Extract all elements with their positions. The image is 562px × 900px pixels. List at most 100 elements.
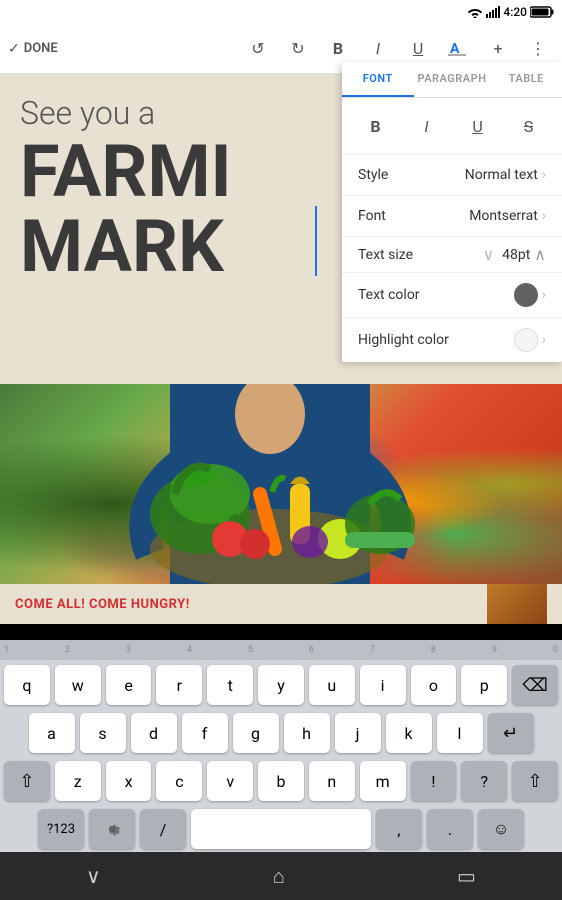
font-label: Font <box>358 208 469 224</box>
key-d[interactable]: d <box>131 713 177 753</box>
format-text-button[interactable]: A <box>442 33 474 65</box>
key-comma[interactable]: , <box>376 809 422 849</box>
key-k[interactable]: k <box>386 713 432 753</box>
highlight-color-row[interactable]: Highlight color › <box>342 318 562 362</box>
key-backspace[interactable]: ⌫ <box>512 665 558 705</box>
food-thumbnail <box>487 584 547 624</box>
settings-gear-icon <box>103 820 121 838</box>
style-label: Style <box>358 167 465 183</box>
highlight-color-arrow-icon: › <box>542 332 546 348</box>
panel-strikethrough-button[interactable]: S <box>511 108 547 144</box>
style-arrow-icon: › <box>542 167 546 183</box>
doc-line3: MARK <box>20 204 224 289</box>
key-c[interactable]: c <box>156 761 202 801</box>
tab-font[interactable]: FONT <box>342 62 414 97</box>
text-color-row[interactable]: Text color › <box>342 273 562 318</box>
key-exclaim[interactable]: ! <box>411 761 457 801</box>
doc-line2: FARMI <box>20 129 232 214</box>
key-question[interactable]: ? <box>461 761 507 801</box>
panel-bold-button[interactable]: B <box>358 108 394 144</box>
key-w[interactable]: w <box>55 665 101 705</box>
key-g[interactable]: g <box>233 713 279 753</box>
nav-back-icon[interactable]: ∨ <box>86 864 101 888</box>
text-size-value: 48pt <box>498 247 530 263</box>
key-x[interactable]: x <box>106 761 152 801</box>
text-color-label: Text color <box>358 287 514 303</box>
signal-icon <box>486 6 500 18</box>
key-slash[interactable]: / <box>140 809 186 849</box>
key-shift-right[interactable]: ⇧ <box>512 761 558 801</box>
text-color-arrow-icon: › <box>542 287 546 303</box>
keyboard-row-3: ⇧ z x c v b n m ! ? ⇧ <box>0 756 562 804</box>
nav-bar: ∨ ⌂ ▭ <box>0 852 562 900</box>
nav-home-icon[interactable]: ⌂ <box>273 864 285 889</box>
check-icon: ✓ <box>8 41 20 57</box>
veg-svg <box>0 384 562 584</box>
key-z[interactable]: z <box>55 761 101 801</box>
key-123[interactable]: ?123 <box>38 809 84 849</box>
key-m[interactable]: m <box>360 761 406 801</box>
undo-button[interactable]: ↺ <box>242 33 274 65</box>
wifi-icon <box>467 6 483 18</box>
key-b[interactable]: b <box>258 761 304 801</box>
battery-icon <box>530 6 554 18</box>
key-h[interactable]: h <box>284 713 330 753</box>
tab-table[interactable]: TABLE <box>490 62 562 97</box>
key-o[interactable]: o <box>411 665 457 705</box>
key-enter[interactable]: ↵ <box>488 713 534 753</box>
style-row[interactable]: Style Normal text › <box>342 155 562 196</box>
status-icons: 4:20 <box>467 5 554 19</box>
panel-format-row: B I U S <box>342 98 562 155</box>
key-s[interactable]: s <box>80 713 126 753</box>
panel-underline-button[interactable]: U <box>460 108 496 144</box>
key-j[interactable]: j <box>335 713 381 753</box>
key-settings-icon[interactable] <box>89 809 135 849</box>
key-t[interactable]: t <box>207 665 253 705</box>
add-button[interactable]: + <box>482 33 514 65</box>
key-n[interactable]: n <box>309 761 355 801</box>
keyboard-row-2: a s d f g h j k l ↵ <box>0 708 562 756</box>
key-p[interactable]: p <box>461 665 507 705</box>
redo-button[interactable]: ↻ <box>282 33 314 65</box>
key-q[interactable]: q <box>4 665 50 705</box>
key-r[interactable]: r <box>156 665 202 705</box>
panel-italic-button[interactable]: I <box>409 108 445 144</box>
doc-line1: See you a <box>20 94 155 132</box>
underline-button[interactable]: U <box>402 33 434 65</box>
font-row[interactable]: Font Montserrat › <box>342 196 562 237</box>
nav-recents-icon[interactable]: ▭ <box>457 864 476 888</box>
key-y[interactable]: y <box>258 665 304 705</box>
font-value: Montserrat <box>469 208 538 224</box>
key-e[interactable]: e <box>106 665 152 705</box>
vegetable-image <box>0 384 562 584</box>
key-l[interactable]: l <box>437 713 483 753</box>
key-shift[interactable]: ⇧ <box>4 761 50 801</box>
key-u[interactable]: u <box>309 665 355 705</box>
key-space[interactable] <box>191 809 371 849</box>
size-increase-button[interactable]: ∧ <box>534 245 546 264</box>
highlight-color-swatch <box>514 328 538 352</box>
italic-button[interactable]: I <box>362 33 394 65</box>
panel-tabs: FONT PARAGRAPH TABLE <box>342 62 562 98</box>
keyboard-row-1: q w e r t y u i o p ⌫ <box>0 660 562 708</box>
text-size-row: Text size ∨ 48pt ∧ <box>342 237 562 273</box>
font-panel: FONT PARAGRAPH TABLE B I U S Style Norma… <box>342 62 562 362</box>
bold-button[interactable]: B <box>322 33 354 65</box>
keyboard: 1 2 3 4 5 6 7 8 9 0 q w e r t y u i o p … <box>0 640 562 852</box>
highlight-color-label: Highlight color <box>358 332 514 348</box>
more-button[interactable]: ⋮ <box>522 33 554 65</box>
key-a[interactable]: a <box>29 713 75 753</box>
key-f[interactable]: f <box>182 713 228 753</box>
key-i[interactable]: i <box>360 665 406 705</box>
key-emoji[interactable]: ☺ <box>478 809 524 849</box>
size-decrease-button[interactable]: ∨ <box>483 245 495 264</box>
key-v[interactable]: v <box>207 761 253 801</box>
text-color-swatch <box>514 283 538 307</box>
tab-paragraph[interactable]: PARAGRAPH <box>414 62 491 97</box>
key-ruler: 1 2 3 4 5 6 7 8 9 0 <box>0 640 562 660</box>
text-size-label: Text size <box>358 247 483 263</box>
key-period[interactable]: . <box>427 809 473 849</box>
done-button[interactable]: ✓ DONE <box>8 41 242 57</box>
text-cursor <box>315 206 317 276</box>
format-text-icon: A <box>448 39 468 57</box>
